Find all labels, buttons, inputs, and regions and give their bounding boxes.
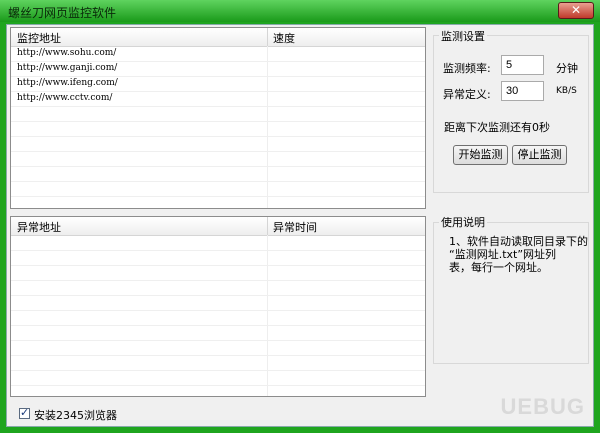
stop-monitor-button[interactable]: 停止监测	[512, 145, 567, 165]
empty-row	[11, 182, 425, 197]
frequency-unit: 分钟	[556, 62, 578, 75]
abnormal-definition-label: 异常定义:	[443, 88, 491, 101]
empty-row	[11, 296, 425, 311]
column-header-abnormal-time[interactable]: 异常时间	[273, 219, 317, 235]
header-separator	[267, 28, 268, 46]
empty-row	[11, 311, 425, 326]
abnormal-threshold-input[interactable]	[501, 81, 544, 101]
instructions-group-title: 使用说明	[439, 214, 487, 230]
column-header-speed[interactable]: 速度	[273, 30, 295, 46]
abnormal-list-header: 异常地址 异常时间	[11, 217, 425, 236]
checkmark-icon: ✓	[20, 406, 30, 419]
table-row[interactable]: http://www.ganji.com/	[11, 62, 425, 77]
app-window: 螺丝刀网页监控软件 ✕ 监控地址 速度 http://www.sohu.com/…	[0, 0, 600, 433]
install-browser-checkbox[interactable]: ✓	[19, 406, 30, 419]
client-area: 监控地址 速度 http://www.sohu.com/ http://www.…	[6, 24, 594, 427]
frequency-label: 监测频率:	[443, 62, 491, 75]
empty-row	[11, 236, 425, 251]
empty-row	[11, 281, 425, 296]
column-header-abnormal-url[interactable]: 异常地址	[17, 219, 61, 235]
abnormal-unit: KB/S	[556, 86, 577, 96]
empty-row	[11, 152, 425, 167]
row-url: http://www.ganji.com/	[17, 63, 118, 73]
watermark-logo: UEBUG	[500, 394, 585, 419]
row-url: http://www.ifeng.com/	[17, 78, 118, 88]
instruction-line: “监测网址.txt”网址列	[449, 248, 557, 261]
empty-row	[11, 266, 425, 281]
row-url: http://www.sohu.com/	[17, 48, 117, 58]
table-row[interactable]: http://www.cctv.com/	[11, 92, 425, 107]
frequency-input[interactable]	[501, 55, 544, 75]
settings-group-title: 监测设置	[439, 28, 487, 44]
close-button[interactable]: ✕	[558, 2, 594, 19]
empty-row	[11, 107, 425, 122]
column-header-url[interactable]: 监控地址	[17, 30, 61, 46]
table-row[interactable]: http://www.sohu.com/	[11, 47, 425, 62]
empty-row	[11, 356, 425, 371]
instruction-line: 1、软件自动读取同目录下的	[449, 235, 588, 248]
empty-row	[11, 137, 425, 152]
empty-row	[11, 167, 425, 182]
row-url: http://www.cctv.com/	[17, 93, 113, 103]
header-separator	[267, 217, 268, 235]
empty-row	[11, 341, 425, 356]
monitor-url-list[interactable]: 监控地址 速度 http://www.sohu.com/ http://www.…	[10, 27, 426, 209]
window-title: 螺丝刀网页监控软件	[8, 6, 117, 20]
empty-row	[11, 326, 425, 341]
abnormal-list[interactable]: 异常地址 异常时间	[10, 216, 426, 397]
empty-row	[11, 122, 425, 137]
start-monitor-button[interactable]: 开始监测	[453, 145, 508, 165]
instructions-text: 1、软件自动读取同目录下的 “监测网址.txt”网址列 表，每行一个网址。	[449, 235, 588, 274]
title-bar: 螺丝刀网页监控软件 ✕	[0, 0, 600, 22]
monitor-list-header: 监控地址 速度	[11, 28, 425, 47]
install-browser-label[interactable]: 安装2345浏览器	[34, 407, 117, 423]
countdown-text: 距离下次监测还有0秒	[444, 121, 550, 134]
empty-row	[11, 371, 425, 386]
empty-row	[11, 251, 425, 266]
instruction-line: 表，每行一个网址。	[449, 261, 548, 274]
table-row[interactable]: http://www.ifeng.com/	[11, 77, 425, 92]
